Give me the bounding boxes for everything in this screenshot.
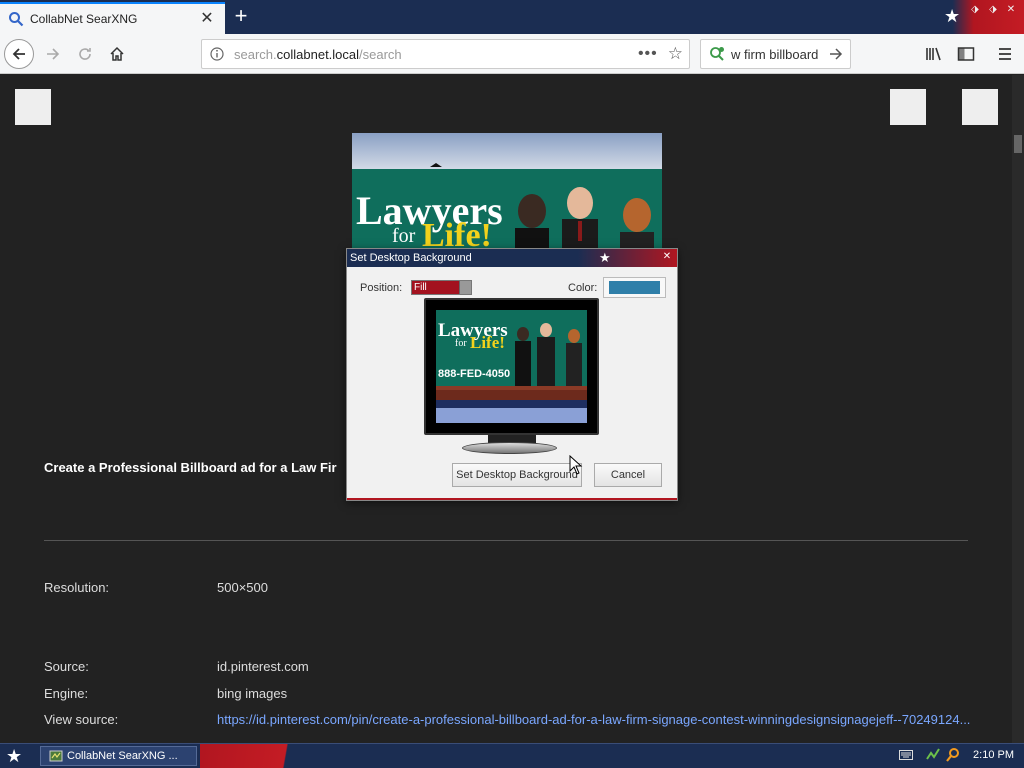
billboard-sub-for: for [392, 225, 416, 247]
home-icon [110, 46, 124, 61]
monitor-screen: Lawyers for Life! 888-FED-4050 [424, 298, 599, 435]
search-input[interactable]: w firm billboard [731, 47, 828, 62]
window-controls: ⬗ ⬗ ✕ [968, 4, 1018, 16]
url-domain: search. [234, 46, 277, 62]
minimize-icon[interactable]: ⬗ [968, 4, 982, 16]
engine-label: Engine: [44, 686, 89, 701]
search-engine-icon [710, 47, 724, 61]
url-bar[interactable]: search.collabnet.local/search ••• ☆ [201, 39, 690, 69]
monitor-base [462, 442, 557, 454]
page-actions-icon[interactable]: ••• [638, 45, 658, 63]
search-tray-icon[interactable] [945, 747, 961, 763]
url-text: search.collabnet.local/search [234, 47, 638, 62]
position-select[interactable]: Fill [411, 280, 472, 295]
monitor-preview: Lawyers for Life! 888-FED-4050 [424, 298, 599, 456]
divider [44, 540, 968, 541]
taskbar: ★ CollabNet SearXNG ... 2:10 PM [0, 743, 1024, 768]
vertical-scrollbar[interactable] [1012, 75, 1024, 743]
tab-bar: CollabNet SearXNG ✕ + ★ ⬗ ⬗ ✕ [0, 0, 1024, 34]
set-desktop-background-button[interactable]: Set Desktop Background [452, 463, 582, 487]
arrow-left-icon [12, 48, 25, 60]
source-label: Source: [44, 659, 89, 674]
arrow-right-icon [47, 48, 60, 60]
sidebar-icon[interactable] [956, 44, 976, 64]
cancel-button[interactable]: Cancel [594, 463, 662, 487]
taskbar-flag-decoration [200, 744, 320, 768]
reload-icon [79, 48, 91, 60]
dropdown-arrow-icon [459, 281, 471, 294]
result-title[interactable]: Create a Professional Billboard ad for a… [44, 460, 337, 475]
go-arrow-icon[interactable] [828, 46, 844, 62]
library-icon[interactable] [924, 44, 944, 64]
home-button[interactable] [102, 39, 132, 69]
preview-sub-life: Life! [470, 333, 505, 352]
taskbar-item-browser[interactable]: CollabNet SearXNG ... [40, 746, 197, 766]
close-tab-icon[interactable]: ✕ [197, 9, 217, 29]
back-button[interactable] [4, 39, 34, 69]
resolution-value: 500×500 [217, 580, 268, 595]
view-source-label: View source: [44, 712, 119, 727]
position-label: Position: [360, 282, 403, 294]
info-icon[interactable] [210, 47, 224, 61]
position-value: Fill [414, 282, 427, 293]
dialog-close-icon[interactable]: ✕ [661, 251, 673, 263]
resolution-label: Resolution: [44, 580, 110, 595]
engine-value: bing images [217, 686, 288, 701]
preview-phone: 888-FED-4050 [438, 368, 511, 380]
system-tray: 2:10 PM [899, 747, 1014, 763]
color-swatch [609, 281, 660, 294]
url-host: collabnet.local [276, 46, 360, 62]
search-icon [9, 12, 24, 27]
browser-window-icon [49, 750, 63, 762]
start-menu-star-icon[interactable]: ★ [6, 746, 22, 767]
set-desktop-background-dialog: Set Desktop Background ★ ✕ Position: Fil… [346, 248, 678, 501]
keyboard-icon[interactable] [899, 750, 914, 760]
color-label: Color: [568, 282, 598, 294]
next-image-button[interactable] [962, 89, 998, 125]
mouse-cursor-icon [569, 455, 583, 475]
view-source-link[interactable]: https://id.pinterest.com/pin/create-a-pr… [217, 712, 970, 727]
new-tab-button[interactable]: + [229, 5, 253, 29]
dialog-titlebar[interactable]: Set Desktop Background ★ ✕ [347, 249, 677, 267]
maximize-icon[interactable]: ⬗ [986, 4, 1000, 16]
bookmark-star-icon[interactable]: ☆ [668, 44, 683, 64]
forward-button[interactable] [38, 39, 68, 69]
close-preview-button[interactable] [15, 89, 51, 125]
tab-title: CollabNet SearXNG [30, 12, 138, 26]
url-path: /search [359, 46, 402, 62]
source-value: id.pinterest.com [217, 659, 309, 674]
previous-image-button[interactable] [890, 89, 926, 125]
reload-button[interactable] [70, 39, 100, 69]
dialog-title: Set Desktop Background [350, 252, 472, 264]
preview-sub-for: for [455, 338, 467, 349]
tab-searxng[interactable]: CollabNet SearXNG ✕ [0, 2, 225, 34]
result-image[interactable]: Lawyers for Life! [352, 133, 662, 253]
taskbar-item-label: CollabNet SearXNG ... [67, 750, 178, 762]
search-bar[interactable]: w firm billboard [700, 39, 851, 69]
color-picker-button[interactable] [603, 277, 666, 298]
dialog-bottom-accent [347, 498, 677, 500]
star-icon: ★ [599, 250, 611, 265]
clock[interactable]: 2:10 PM [973, 749, 1014, 761]
navigation-bar: search.collabnet.local/search ••• ☆ w fi… [0, 34, 1024, 74]
menu-icon[interactable] [995, 44, 1015, 64]
network-icon[interactable] [925, 747, 941, 763]
star-icon: ★ [944, 6, 961, 26]
window-close-icon[interactable]: ✕ [1004, 4, 1018, 16]
scrollbar-thumb[interactable] [1014, 135, 1022, 153]
